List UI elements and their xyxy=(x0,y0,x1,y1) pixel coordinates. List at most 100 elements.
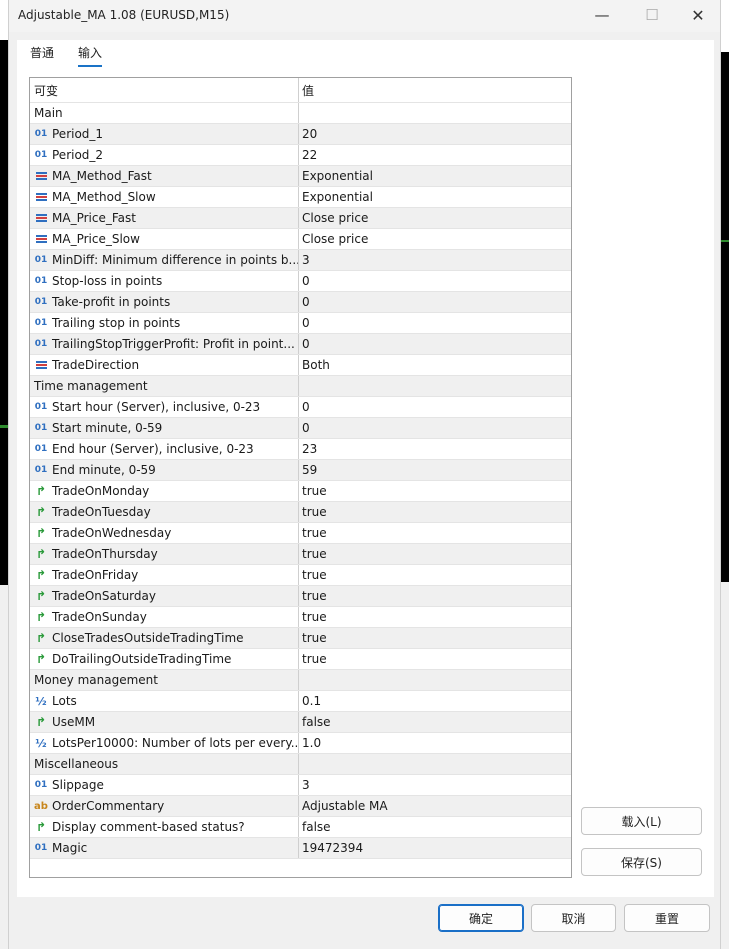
parameter-value-cell[interactable]: Close price xyxy=(299,208,571,228)
parameter-name-cell[interactable]: MA_Method_Fast xyxy=(30,166,299,186)
parameter-name-cell[interactable]: 01 Period_1 xyxy=(30,124,299,144)
parameter-name-cell[interactable]: 01 Period_2 xyxy=(30,145,299,165)
close-button[interactable]: ✕ xyxy=(675,0,721,30)
parameter-value-cell[interactable]: 0 xyxy=(299,418,571,438)
parameter-row[interactable]: ↱ TradeOnSunday true xyxy=(30,607,571,628)
parameter-value-cell[interactable]: false xyxy=(299,712,571,732)
parameter-value-cell[interactable]: true xyxy=(299,481,571,501)
parameter-name-cell[interactable]: 01 Start minute, 0-59 xyxy=(30,418,299,438)
parameter-row[interactable]: 01 Magic 19472394 xyxy=(30,838,571,859)
parameter-value-cell[interactable]: true xyxy=(299,607,571,627)
parameter-value-cell[interactable]: Exponential xyxy=(299,187,571,207)
parameter-row[interactable]: 01 Trailing stop in points 0 xyxy=(30,313,571,334)
parameter-name-cell[interactable]: ↱ TradeOnSaturday xyxy=(30,586,299,606)
parameter-row[interactable]: 01 Slippage 3 xyxy=(30,775,571,796)
parameter-value-cell[interactable]: 23 xyxy=(299,439,571,459)
parameter-name-cell[interactable]: ½ Lots xyxy=(30,691,299,711)
column-header-value[interactable]: 值 xyxy=(299,78,571,102)
parameter-value-cell[interactable]: true xyxy=(299,544,571,564)
parameter-row[interactable]: 01 Period_1 20 xyxy=(30,124,571,145)
section-header-row[interactable]: Miscellaneous xyxy=(30,754,571,775)
parameter-value-cell[interactable]: true xyxy=(299,628,571,648)
parameter-name-cell[interactable]: ↱ Display comment-based status? xyxy=(30,817,299,837)
parameter-value-cell[interactable]: 19472394 xyxy=(299,838,571,858)
parameter-value-cell[interactable]: 59 xyxy=(299,460,571,480)
parameter-name-cell[interactable]: 01 Slippage xyxy=(30,775,299,795)
parameter-value-cell[interactable]: true xyxy=(299,565,571,585)
parameter-name-cell[interactable]: ↱ DoTrailingOutsideTradingTime xyxy=(30,649,299,669)
parameter-name-cell[interactable]: Miscellaneous xyxy=(30,754,299,774)
parameter-row[interactable]: 01 TrailingStopTriggerProfit: Profit in p… xyxy=(30,334,571,355)
section-header-row[interactable]: Main xyxy=(30,103,571,124)
parameter-row[interactable]: ↱ TradeOnTuesday true xyxy=(30,502,571,523)
parameter-name-cell[interactable]: Time management xyxy=(30,376,299,396)
parameter-name-cell[interactable]: 01 Stop-loss in points xyxy=(30,271,299,291)
parameter-value-cell[interactable]: 0 xyxy=(299,397,571,417)
save-button[interactable]: 保存(S) xyxy=(581,848,702,876)
parameter-row[interactable]: MA_Price_Fast Close price xyxy=(30,208,571,229)
parameter-row[interactable]: MA_Price_Slow Close price xyxy=(30,229,571,250)
parameter-value-cell[interactable]: 3 xyxy=(299,250,571,270)
parameter-value-cell[interactable]: 0.1 xyxy=(299,691,571,711)
parameter-value-cell[interactable]: 0 xyxy=(299,292,571,312)
parameter-row[interactable]: ↱ TradeOnSaturday true xyxy=(30,586,571,607)
parameter-row[interactable]: ½ Lots 0.1 xyxy=(30,691,571,712)
parameter-name-cell[interactable]: 01 Magic xyxy=(30,838,299,858)
parameter-name-cell[interactable]: 01 Trailing stop in points xyxy=(30,313,299,333)
parameter-row[interactable]: 01 Period_2 22 xyxy=(30,145,571,166)
parameter-row[interactable]: ↱ CloseTradesOutsideTradingTime true xyxy=(30,628,571,649)
reset-button[interactable]: 重置 xyxy=(624,904,710,932)
load-button[interactable]: 载入(L) xyxy=(581,807,702,835)
parameter-row[interactable]: ab OrderCommentary Adjustable MA xyxy=(30,796,571,817)
parameter-name-cell[interactable]: ↱ TradeOnSunday xyxy=(30,607,299,627)
parameter-name-cell[interactable]: ↱ TradeOnFriday xyxy=(30,565,299,585)
tab-inputs[interactable]: 输入 xyxy=(78,44,103,67)
parameter-name-cell[interactable]: Main xyxy=(30,103,299,123)
parameter-value-cell[interactable]: 3 xyxy=(299,775,571,795)
column-header-name[interactable]: 可变 xyxy=(30,78,299,102)
parameter-name-cell[interactable]: MA_Price_Slow xyxy=(30,229,299,249)
parameter-value-cell[interactable]: Exponential xyxy=(299,166,571,186)
parameter-row[interactable]: MA_Method_Fast Exponential xyxy=(30,166,571,187)
parameter-value-cell[interactable]: Both xyxy=(299,355,571,375)
parameter-name-cell[interactable]: ab OrderCommentary xyxy=(30,796,299,816)
parameter-row[interactable]: ↱ TradeOnMonday true xyxy=(30,481,571,502)
parameter-name-cell[interactable]: ↱ TradeOnMonday xyxy=(30,481,299,501)
parameter-row[interactable]: ½ LotsPer10000: Number of lots per every.… xyxy=(30,733,571,754)
parameter-value-cell[interactable]: 0 xyxy=(299,313,571,333)
parameter-row[interactable]: 01 Start hour (Server), inclusive, 0-23 0 xyxy=(30,397,571,418)
parameter-value-cell[interactable]: false xyxy=(299,817,571,837)
parameter-row[interactable]: 01 Take-profit in points 0 xyxy=(30,292,571,313)
parameter-value-cell[interactable]: true xyxy=(299,586,571,606)
parameter-name-cell[interactable]: ↱ TradeOnTuesday xyxy=(30,502,299,522)
parameter-row[interactable]: TradeDirection Both xyxy=(30,355,571,376)
parameter-row[interactable]: 01 Stop-loss in points 0 xyxy=(30,271,571,292)
parameter-name-cell[interactable]: ↱ TradeOnWednesday xyxy=(30,523,299,543)
parameter-name-cell[interactable]: MA_Method_Slow xyxy=(30,187,299,207)
parameter-row[interactable]: 01 MinDiff: Minimum difference in points … xyxy=(30,250,571,271)
parameter-row[interactable]: ↱ Display comment-based status? false xyxy=(30,817,571,838)
cancel-button[interactable]: 取消 xyxy=(531,904,616,932)
parameter-value-cell[interactable]: Close price xyxy=(299,229,571,249)
parameter-value-cell[interactable]: Adjustable MA xyxy=(299,796,571,816)
parameter-name-cell[interactable]: ½ LotsPer10000: Number of lots per every.… xyxy=(30,733,299,753)
parameter-name-cell[interactable]: Money management xyxy=(30,670,299,690)
parameter-row[interactable]: 01 Start minute, 0-59 0 xyxy=(30,418,571,439)
parameter-value-cell[interactable]: true xyxy=(299,523,571,543)
minimize-button[interactable]: — xyxy=(579,0,625,30)
parameter-name-cell[interactable]: ↱ TradeOnThursday xyxy=(30,544,299,564)
parameter-row[interactable]: ↱ TradeOnWednesday true xyxy=(30,523,571,544)
parameter-row[interactable]: ↱ TradeOnFriday true xyxy=(30,565,571,586)
parameter-value-cell[interactable]: 0 xyxy=(299,271,571,291)
parameter-value-cell[interactable]: true xyxy=(299,649,571,669)
parameter-name-cell[interactable]: 01 End minute, 0-59 xyxy=(30,460,299,480)
section-header-row[interactable]: Time management xyxy=(30,376,571,397)
parameter-name-cell[interactable]: 01 Take-profit in points xyxy=(30,292,299,312)
parameter-row[interactable]: 01 End hour (Server), inclusive, 0-23 23 xyxy=(30,439,571,460)
parameter-name-cell[interactable]: TradeDirection xyxy=(30,355,299,375)
parameter-row[interactable]: ↱ UseMM false xyxy=(30,712,571,733)
parameter-name-cell[interactable]: ↱ UseMM xyxy=(30,712,299,732)
maximize-button[interactable]: ☐ xyxy=(629,0,675,30)
title-bar[interactable]: Adjustable_MA 1.08 (EURUSD,M15) — ☐ ✕ xyxy=(9,0,720,32)
parameter-name-cell[interactable]: 01 TrailingStopTriggerProfit: Profit in p… xyxy=(30,334,299,354)
